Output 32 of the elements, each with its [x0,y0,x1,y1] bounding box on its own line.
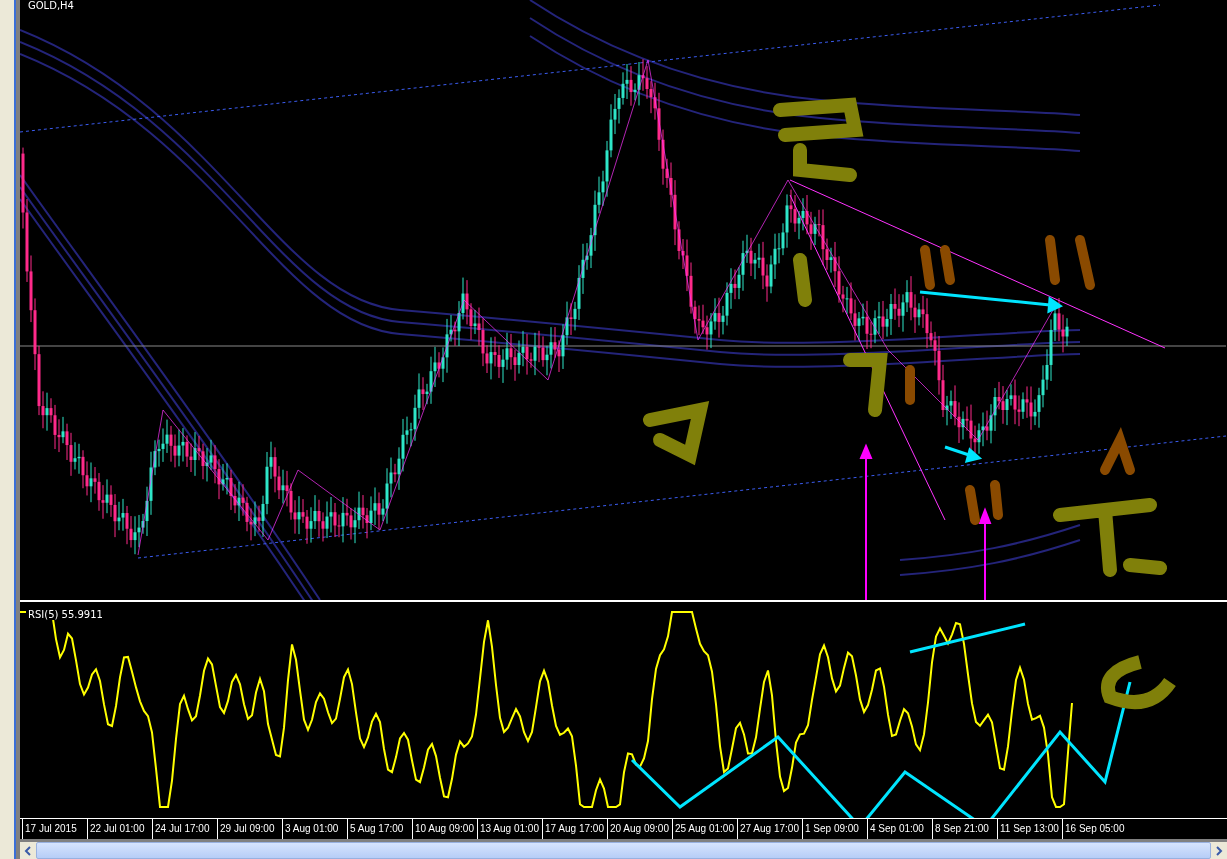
time-axis-label: 24 Jul 17:00 [152,819,217,839]
handwritten-scribble [643,401,710,466]
time-axis-label: 5 Aug 17:00 [347,819,412,839]
time-axis-label: 4 Sep 01:00 [867,819,932,839]
scrollbar-thumb[interactable] [36,842,1211,859]
time-axis-label: 11 Sep 13:00 [997,819,1062,839]
handwritten-scribble [793,143,857,182]
time-axis-label: 22 Jul 01:00 [87,819,152,839]
time-axis-label: 17 Aug 17:00 [542,819,607,839]
handwritten-scribble [1100,426,1135,475]
time-axis-label: 13 Aug 01:00 [477,819,542,839]
time-axis-label: 29 Jul 09:00 [217,819,282,839]
time-axis-label: 1 Sep 09:00 [802,819,867,839]
handwritten-scribble [843,353,888,417]
time-axis-label: 25 Aug 01:00 [672,819,737,839]
handwritten-scribble [1045,235,1095,290]
time-axis-label: 3 Aug 01:00 [282,819,347,839]
handwritten-scribble [920,245,955,290]
time-axis-label: 27 Aug 17:00 [737,819,802,839]
time-axis-label: 10 Aug 09:00 [412,819,477,839]
time-axis-label: 16 Sep 05:00 [1062,819,1127,839]
handwritten-scribble [905,365,915,405]
arrow [944,445,983,464]
time-axis-label: 8 Sep 21:00 [932,819,997,839]
handwritten-scribble [793,253,812,307]
time-axis-label: 20 Aug 09:00 [607,819,672,839]
time-axis-label: 17 Jul 2015 [22,819,87,839]
chart-title: GOLD,H4 [26,0,76,11]
right-chevron-icon [1215,845,1223,856]
left-chevron-icon [24,845,32,856]
handwritten-scribble [965,480,1003,525]
indicator-label: RSI(5) 55.9911 [26,609,105,620]
